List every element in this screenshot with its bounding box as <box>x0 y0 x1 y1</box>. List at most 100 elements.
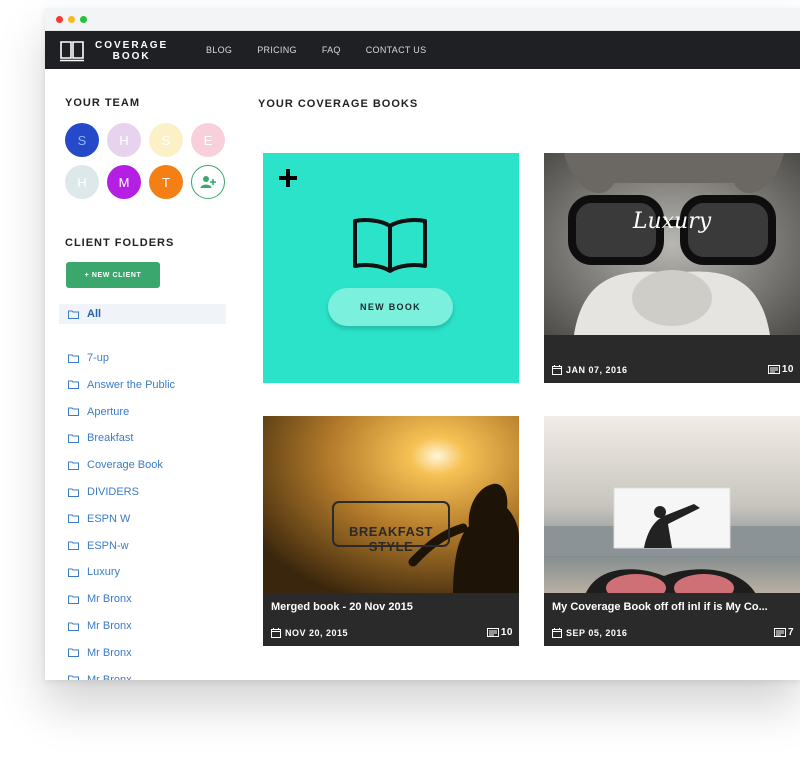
calendar-icon <box>271 627 281 638</box>
folder-item[interactable]: Breakfast <box>68 430 133 446</box>
window-titlebar <box>45 8 800 31</box>
articles-icon <box>773 628 786 637</box>
card-name: Merged book - 20 Nov 2015 <box>271 601 413 613</box>
folder-item[interactable]: Coverage Book <box>68 457 163 473</box>
team-title: YOUR TEAM <box>65 97 140 109</box>
top-navigation: COVERAGE BOOK BLOG PRICING FAQ CONTACT U… <box>45 31 800 69</box>
folder-item[interactable]: Mr Bronx <box>68 672 132 680</box>
cover-logo-text: BREAKFAST STYLE <box>349 524 433 554</box>
nav-links: BLOG PRICING FAQ CONTACT US <box>206 31 451 69</box>
new-client-button[interactable]: + NEW CLIENT <box>66 262 160 288</box>
folder-label: Mr Bronx <box>87 673 132 680</box>
coverage-book-card[interactable]: BREAKFAST STYLE Merged book - 20 Nov 201… <box>263 416 519 646</box>
close-window-button[interactable] <box>56 16 63 23</box>
articles-icon <box>486 628 499 637</box>
folder-icon <box>68 461 79 470</box>
folder-label: Mr Bronx <box>87 620 132 632</box>
coverage-book-card[interactable]: Luxury JAN 07, 2016 10 <box>544 153 800 383</box>
minimize-window-button[interactable] <box>68 16 75 23</box>
card-date-text: NOV 20, 2015 <box>285 627 349 638</box>
team-avatar[interactable]: M <box>107 165 141 199</box>
card-count: 10 <box>767 364 794 375</box>
card-count-text: 7 <box>787 627 794 638</box>
book-logo-icon[interactable] <box>58 36 86 64</box>
team-avatar[interactable]: T <box>149 165 183 199</box>
folder-label: All <box>87 308 102 320</box>
folder-icon <box>68 622 79 631</box>
folder-item[interactable]: Mr Bronx <box>68 591 132 607</box>
folder-label: DIVIDERS <box>87 486 139 498</box>
card-footer: JAN 07, 2016 10 <box>544 335 800 383</box>
card-meta: SEP 05, 2016 7 <box>552 627 794 638</box>
folder-icon <box>68 514 79 524</box>
folder-icon <box>68 310 79 319</box>
card-count-text: 10 <box>781 364 794 375</box>
folder-all[interactable]: All <box>68 306 101 322</box>
nav-link-faq[interactable]: FAQ <box>322 45 341 55</box>
folder-icon <box>68 407 79 417</box>
folder-item[interactable]: Aperture <box>68 404 129 420</box>
folder-icon <box>68 675 79 680</box>
folder-icon <box>68 488 79 497</box>
card-meta: NOV 20, 2015 10 <box>271 627 513 638</box>
folder-label: Luxury <box>87 566 121 579</box>
folder-label: Answer the Public <box>87 378 176 391</box>
brand-line-2: BOOK <box>112 51 151 62</box>
brand-line-1: COVERAGE <box>95 40 169 51</box>
plus-icon[interactable] <box>277 167 299 189</box>
folder-item[interactable]: DIVIDERS <box>68 484 139 500</box>
nav-link-contact[interactable]: CONTACT US <box>366 45 427 55</box>
cover-logo-text: Luxury <box>632 209 712 234</box>
add-user-icon <box>200 176 216 188</box>
folder-item[interactable]: ESPN-w <box>68 538 129 554</box>
folder-icon <box>68 595 79 604</box>
calendar-icon <box>552 627 562 638</box>
team-avatar[interactable]: H <box>107 123 141 157</box>
maximize-window-button[interactable] <box>80 16 87 23</box>
folder-label: Coverage Book <box>87 459 163 472</box>
book-cover-image <box>544 153 800 335</box>
team-avatar[interactable]: E <box>191 123 225 157</box>
browser-window: COVERAGE BOOK BLOG PRICING FAQ CONTACT U… <box>45 8 800 680</box>
folder-icon <box>68 648 79 658</box>
folder-item[interactable]: Mr Bronx <box>68 618 132 634</box>
card-count: 10 <box>486 627 513 638</box>
new-book-card[interactable]: NEW BOOK <box>263 153 519 383</box>
folder-label: Aperture <box>87 405 130 418</box>
folder-item[interactable]: Mr Bronx <box>68 645 132 661</box>
folder-item[interactable]: Luxury <box>68 564 120 580</box>
card-footer: My Coverage Book off ofl inl if is My Co… <box>544 593 800 646</box>
card-date: NOV 20, 2015 <box>271 627 349 638</box>
folder-item[interactable]: 7-up <box>68 350 109 366</box>
team-avatar[interactable]: S <box>65 123 99 157</box>
new-book-button[interactable]: NEW BOOK <box>328 288 453 326</box>
client-folders-title: CLIENT FOLDERS <box>65 237 175 249</box>
folder-icon <box>68 354 79 363</box>
folder-icon <box>68 541 79 551</box>
calendar-icon <box>552 364 562 375</box>
folder-item[interactable]: Answer the Public <box>68 377 175 393</box>
card-name: My Coverage Book off ofl inl if is My Co… <box>552 601 768 613</box>
brand-name[interactable]: COVERAGE BOOK <box>95 40 168 62</box>
folder-label: Mr Bronx <box>87 593 132 606</box>
card-date: SEP 05, 2016 <box>552 627 627 638</box>
articles-icon <box>767 365 780 374</box>
card-footer: Merged book - 20 Nov 2015 NOV 20, 2015 1… <box>263 593 519 646</box>
folder-label: ESPN-w <box>87 539 129 552</box>
card-count: 7 <box>773 627 794 638</box>
book-cover-image <box>544 416 800 598</box>
nav-link-blog[interactable]: BLOG <box>206 45 232 55</box>
folder-icon <box>68 568 79 577</box>
folder-item[interactable]: ESPN W <box>68 511 130 527</box>
folder-label: Breakfast <box>87 432 134 445</box>
card-meta: JAN 07, 2016 10 <box>552 364 794 375</box>
coverage-book-card[interactable]: My Coverage Book off ofl inl if is My Co… <box>544 416 800 646</box>
add-team-member-button[interactable] <box>191 165 225 199</box>
nav-link-pricing[interactable]: PRICING <box>257 45 297 55</box>
folder-label: 7-up <box>87 352 110 364</box>
folder-label: Mr Bronx <box>87 646 132 659</box>
team-avatar[interactable]: S <box>149 123 183 157</box>
card-count-text: 10 <box>500 627 513 638</box>
open-book-icon <box>353 218 427 273</box>
team-avatar[interactable]: H <box>65 165 99 199</box>
